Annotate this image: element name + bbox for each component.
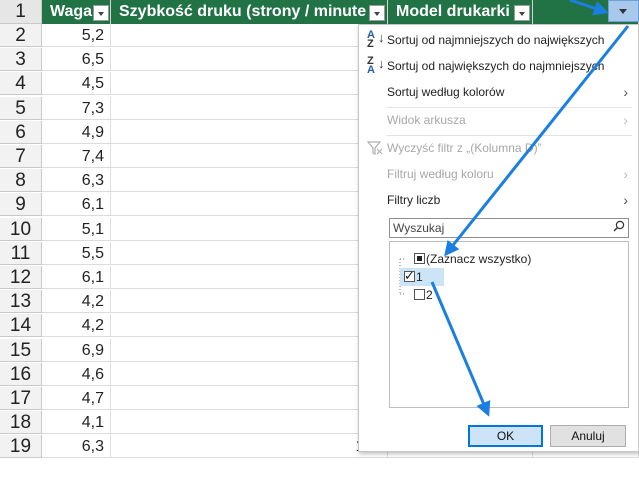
row-header[interactable]: 7 — [0, 145, 42, 168]
row-header[interactable]: 13 — [0, 290, 42, 314]
ok-button[interactable]: OK — [468, 425, 543, 447]
chevron-right-icon: › — [623, 84, 628, 100]
cell-waga[interactable]: 6,3 — [42, 435, 111, 459]
cell-waga[interactable]: 5,5 — [42, 241, 111, 265]
filter-button-waga[interactable] — [93, 5, 109, 21]
cell-speed[interactable]: 1 — [111, 362, 388, 386]
sort-descending-icon: Z A ↓ — [367, 55, 385, 76]
cell-speed[interactable] — [111, 72, 388, 96]
number-filters-item[interactable]: Filtry liczb › — [359, 187, 638, 213]
cell-waga[interactable]: 7,3 — [42, 96, 111, 120]
list-item-label: (Zaznacz wszystko) — [426, 252, 532, 266]
row-header[interactable]: 8 — [0, 169, 42, 193]
cell-waga[interactable]: 4,7 — [42, 387, 111, 410]
row-header[interactable]: 12 — [0, 266, 42, 289]
cell-waga[interactable]: 6,1 — [42, 266, 111, 289]
list-item-1[interactable]: ✓ 1 — [400, 268, 444, 286]
header-label-waga: Waga — [50, 3, 93, 20]
search-placeholder: Wyszukaj — [393, 221, 445, 235]
row-header-1[interactable]: 1 — [0, 0, 42, 24]
cell-waga[interactable]: 6,1 — [42, 193, 111, 217]
checkbox-unchecked[interactable] — [414, 289, 425, 300]
cell-waga[interactable]: 5,2 — [42, 24, 111, 47]
cell-speed[interactable] — [111, 96, 388, 120]
row-header[interactable]: 16 — [0, 362, 42, 386]
row-header[interactable]: 9 — [0, 193, 42, 217]
cell-waga[interactable]: 6,3 — [42, 169, 111, 193]
row-header[interactable]: 10 — [0, 217, 42, 241]
cell-waga[interactable]: 7,4 — [42, 145, 111, 168]
checkbox-checked[interactable]: ✓ — [404, 268, 415, 283]
chevron-right-icon: › — [623, 192, 628, 208]
list-item-label: 1 — [416, 270, 423, 284]
checkbox-partial[interactable] — [414, 253, 425, 264]
sheet-view-item[interactable]: Widok arkusza › — [359, 107, 638, 133]
cell-speed[interactable] — [111, 338, 388, 362]
sort-ascending-icon: A Z ↓ — [367, 29, 385, 50]
cell-speed[interactable] — [111, 48, 388, 72]
row-header[interactable]: 18 — [0, 411, 42, 435]
row-header[interactable]: 6 — [0, 120, 42, 144]
clear-filter-icon — [366, 140, 385, 158]
filter-by-color-label: Filtruj według koloru — [387, 167, 494, 181]
filter-menu: A Z ↓ Sortuj od najmniejszych do największ… — [358, 24, 639, 452]
chevron-right-icon: › — [623, 166, 628, 182]
cell-waga[interactable]: 5,1 — [42, 217, 111, 241]
column-header-speed: Szybkość druku (strony / minute — [111, 0, 388, 24]
cell-speed[interactable] — [111, 120, 388, 144]
cell-waga[interactable]: 4,5 — [42, 72, 111, 96]
cell-speed[interactable] — [111, 217, 388, 241]
cell-waga[interactable]: 4,2 — [42, 314, 111, 338]
row-header[interactable]: 2 — [0, 24, 42, 47]
cell-speed[interactable] — [111, 241, 388, 265]
header-label-speed: Szybkość druku (strony / minute — [119, 3, 367, 20]
row-header[interactable]: 19 — [0, 435, 42, 459]
row-header[interactable]: 11 — [0, 241, 42, 265]
cell-speed[interactable]: 115 — [111, 435, 388, 459]
row-header[interactable]: 5 — [0, 96, 42, 120]
cell-speed[interactable] — [111, 387, 388, 410]
sheet-view-label: Widok arkusza — [387, 113, 466, 127]
sort-by-color-label: Sortuj według kolorów — [387, 85, 505, 99]
column-header-model: Model drukarki — [388, 0, 533, 24]
chevron-right-icon: › — [623, 112, 628, 128]
list-item-label: 2 — [426, 288, 433, 302]
cell-speed[interactable] — [111, 169, 388, 193]
row-header[interactable]: 4 — [0, 72, 42, 96]
cell-waga[interactable]: 4,2 — [42, 290, 111, 314]
cell-speed[interactable] — [111, 145, 388, 168]
row-header[interactable]: 14 — [0, 314, 42, 338]
sort-descending-item[interactable]: Z A ↓ Sortuj od największych do najmniejsz… — [359, 53, 638, 79]
cell-waga[interactable]: 6,5 — [42, 48, 111, 72]
sort-ascending-item[interactable]: A Z ↓ Sortuj od najmniejszych do największ… — [359, 27, 638, 53]
search-icon — [613, 220, 625, 232]
filter-button-speed[interactable] — [369, 5, 385, 21]
cell-speed[interactable]: 1 — [111, 290, 388, 314]
cell-speed[interactable]: 1 — [111, 314, 388, 338]
filter-button-model[interactable] — [514, 5, 530, 21]
cell-waga[interactable]: 4,1 — [42, 411, 111, 435]
clear-filter-item[interactable]: Wyczyść filtr z „(Kolumna D)” — [359, 135, 638, 161]
cell-speed[interactable]: 1 — [111, 266, 388, 289]
filter-by-color-item[interactable]: Filtruj według koloru › — [359, 161, 638, 187]
cell-speed[interactable]: 1 — [111, 411, 388, 435]
sort-by-color-item[interactable]: Sortuj według kolorów › — [359, 79, 638, 105]
row-header[interactable]: 3 — [0, 48, 42, 72]
row-header[interactable]: 15 — [0, 338, 42, 362]
cell-speed[interactable] — [111, 193, 388, 217]
filter-dropdown-button-column-d[interactable] — [608, 0, 639, 22]
cell-waga[interactable]: 4,6 — [42, 362, 111, 386]
cell-waga[interactable]: 4,9 — [42, 120, 111, 144]
search-input[interactable]: Wyszukaj — [389, 218, 629, 238]
clear-filter-label: Wyczyść filtr z „(Kolumna D)” — [387, 141, 542, 155]
cell-waga[interactable]: 6,9 — [42, 338, 111, 362]
number-filters-label: Filtry liczb — [387, 193, 441, 207]
sort-ascending-label: Sortuj od najmniejszych do największych — [387, 33, 605, 47]
cancel-button[interactable]: Anuluj — [550, 425, 626, 447]
header-label-model: Model drukarki — [396, 3, 510, 20]
value-list: (Zaznacz wszystko) ✓ 1 2 — [389, 241, 629, 408]
cell-speed[interactable] — [111, 24, 388, 47]
sort-descending-label: Sortuj od największych do najmniejszych — [387, 59, 605, 73]
row-header[interactable]: 17 — [0, 387, 42, 410]
